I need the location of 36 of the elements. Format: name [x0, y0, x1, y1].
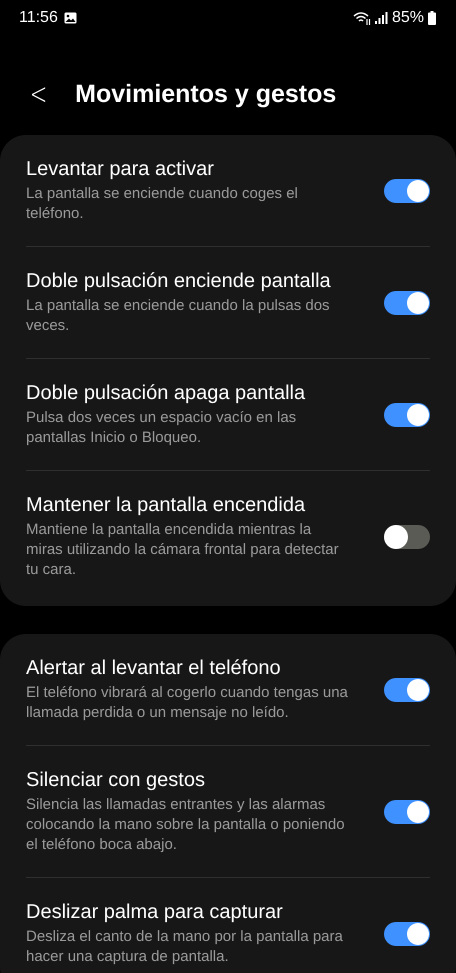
setting-row[interactable]: Silenciar con gestos Silencia las llamadas entrantes y las alarmas colocando la mano sobre la pantalla o poniendo el teléfono boca abajo.	[26, 746, 430, 878]
setting-title: Mantener la pantalla encendida	[26, 493, 306, 518]
toggle-switch[interactable]	[384, 800, 430, 824]
setting-row[interactable]: Mantener la pantalla encendida Mantiene la pantalla encendida mientras la miras utilizando la cámara frontal para detectar tu cara.	[26, 471, 430, 606]
setting-description: Mantiene la pantalla encendida mientras la miras utilizando la cámara frontal para detectar tu cara.	[26, 520, 340, 580]
setting-description: Pulsa dos veces un espacio vacío en las pantallas Inicio o Bloqueo.	[26, 408, 298, 448]
battery-percent: 85%	[392, 9, 424, 27]
setting-description: El teléfono vibrará al cogerlo cuando tengas una llamada perdida o un mensaje no leído.	[26, 683, 348, 723]
setting-row[interactable]: Doble pulsación enciende pantalla La pantalla se enciende cuando la pulsas dos veces.	[26, 247, 430, 359]
wifi-icon	[352, 11, 371, 25]
toggle-switch[interactable]	[384, 290, 430, 314]
signal-icon	[374, 12, 388, 24]
setting-description: Silencia las llamadas entrantes y las alarmas colocando la mano sobre la pantalla o poniendo el teléfono boca abajo.	[26, 795, 346, 855]
setting-title: Silenciar con gestos	[26, 768, 206, 793]
setting-description: La pantalla se enciende cuando la pulsas dos veces.	[26, 296, 331, 336]
page-title: Movimientos y gestos	[75, 80, 336, 108]
clock-time: 11:56	[19, 9, 58, 27]
setting-title: Levantar para activar	[26, 157, 215, 182]
setting-row[interactable]: Deslizar palma para capturar Desliza el canto de la mano por la pantalla para hacer una captura de pantalla.	[26, 878, 430, 973]
setting-description: Desliza el canto de la mano por la pantalla para hacer una captura de pantalla.	[26, 927, 344, 967]
toggle-switch[interactable]	[384, 178, 430, 202]
toggle-switch[interactable]	[384, 402, 430, 426]
setting-title: Doble pulsación enciende pantalla	[26, 269, 332, 294]
setting-title: Doble pulsación apaga pantalla	[26, 381, 306, 406]
toggle-switch[interactable]	[384, 524, 430, 548]
setting-description: La pantalla se enciende cuando coges el teléfono.	[26, 184, 299, 224]
setting-row[interactable]: Levantar para activar La pantalla se enciende cuando coges el teléfono.	[26, 135, 430, 247]
back-button[interactable]: <	[26, 76, 52, 112]
toggle-switch[interactable]	[384, 922, 430, 946]
setting-title: Alertar al levantar el teléfono	[26, 656, 282, 681]
battery-icon	[428, 11, 436, 25]
toggle-switch[interactable]	[384, 678, 430, 702]
setting-title: Deslizar palma para capturar	[26, 900, 284, 925]
setting-row[interactable]: Doble pulsación apaga pantalla Pulsa dos veces un espacio vacío en las pantallas Inicio o Bloqueo.	[26, 359, 430, 471]
image-icon	[64, 12, 77, 24]
setting-row[interactable]: Alertar al levantar el teléfono El teléfono vibrará al cogerlo cuando tengas una llamada perdida o un mensaje no leído.	[26, 634, 430, 746]
